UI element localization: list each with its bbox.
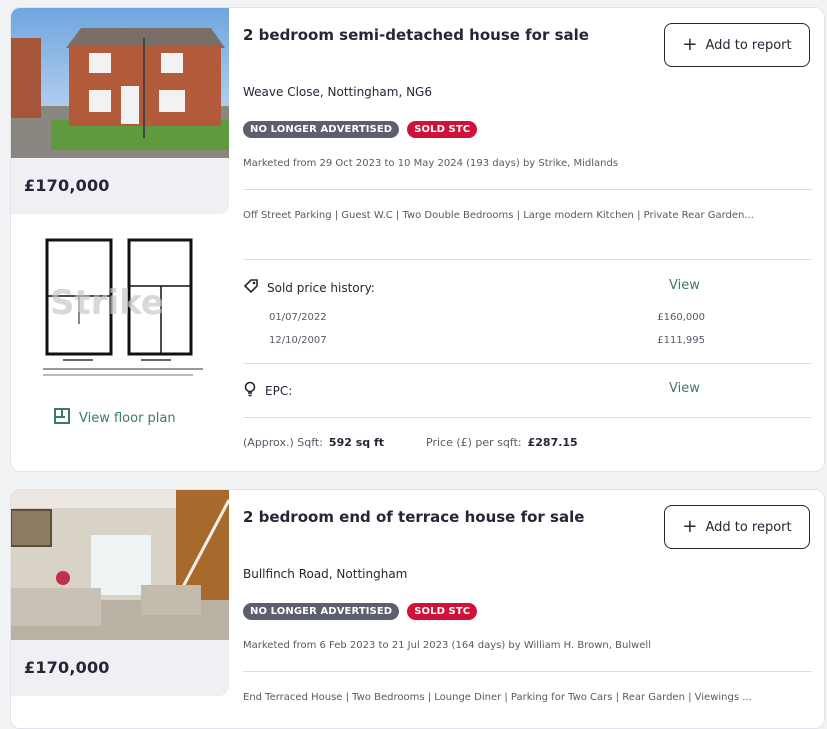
- property-card: £170,000 Strike View floor plan 2 bedroo…: [10, 7, 825, 472]
- status-badge: NO LONGER ADVERTISED: [243, 121, 400, 138]
- property-card: £170,000 2 bedroom end of terrace house …: [10, 489, 825, 729]
- epc-view-link[interactable]: View: [669, 381, 700, 396]
- plus-icon: +: [682, 516, 698, 537]
- sold-price: £160,000: [657, 312, 705, 323]
- view-floor-plan-link[interactable]: View floor plan: [53, 407, 176, 429]
- divider: [243, 417, 812, 418]
- listing-title[interactable]: 2 bedroom semi-detached house for sale: [243, 26, 589, 44]
- card-details: 2 bedroom end of terrace house for sale …: [241, 490, 812, 728]
- key-features: End Terraced House | Two Bedrooms | Loun…: [243, 692, 752, 703]
- add-to-report-button[interactable]: + Add to report: [664, 23, 810, 67]
- sold-date: 01/07/2022: [269, 312, 327, 323]
- plus-icon: +: [682, 34, 698, 55]
- divider: [243, 671, 812, 672]
- add-to-report-button[interactable]: + Add to report: [664, 505, 810, 549]
- divider: [243, 189, 812, 190]
- sqft-label: (Approx.) Sqft:: [243, 436, 323, 449]
- property-photo[interactable]: [11, 490, 229, 640]
- photo-price-box: £170,000: [11, 8, 229, 214]
- status-badge: SOLD STC: [407, 603, 478, 620]
- status-badge: SOLD STC: [407, 121, 478, 138]
- photo-price-box: £170,000: [11, 490, 229, 696]
- sold-history-view-link[interactable]: View: [669, 278, 700, 293]
- epc-header: EPC:: [243, 381, 292, 400]
- sold-history-label: Sold price history:: [267, 280, 375, 295]
- card-details: 2 bedroom semi-detached house for sale +…: [241, 8, 812, 471]
- tag-icon: [243, 278, 259, 297]
- listing-address: Bullfinch Road, Nottingham: [243, 567, 408, 581]
- status-badge: NO LONGER ADVERTISED: [243, 603, 400, 620]
- listing-title[interactable]: 2 bedroom end of terrace house for sale: [243, 508, 584, 526]
- floorplan-watermark: Strike: [50, 283, 164, 323]
- sqft-info: (Approx.) Sqft: 592 sq ft Price (£) per …: [243, 436, 578, 449]
- view-floor-plan-label: View floor plan: [79, 410, 176, 426]
- sold-history-row: 12/10/2007 £111,995: [269, 335, 705, 346]
- sold-price: £111,995: [657, 335, 705, 346]
- epc-label: EPC:: [265, 383, 293, 398]
- add-to-report-label: Add to report: [705, 519, 792, 535]
- divider: [243, 363, 812, 364]
- sold-price-history-header: Sold price history:: [243, 278, 375, 297]
- divider: [243, 259, 812, 260]
- add-to-report-label: Add to report: [705, 37, 792, 53]
- floor-plan-thumbnail[interactable]: Strike: [33, 234, 208, 384]
- marketed-info: Marketed from 29 Oct 2023 to 10 May 2024…: [243, 158, 619, 169]
- floor-plan-icon: [53, 407, 71, 429]
- card-left-column: £170,000: [11, 490, 229, 728]
- price-per-sqft-label: Price (£) per sqft:: [426, 436, 522, 449]
- sold-date: 12/10/2007: [269, 335, 327, 346]
- listing-price: £170,000: [24, 658, 110, 677]
- sqft-value: 592 sq ft: [328, 436, 385, 449]
- listing-address: Weave Close, Nottingham, NG6: [243, 85, 432, 99]
- marketed-info: Marketed from 6 Feb 2023 to 21 Jul 2023 …: [243, 640, 651, 651]
- card-left-column: £170,000 Strike View floor plan: [11, 8, 229, 471]
- status-badges: NO LONGER ADVERTISED SOLD STC: [243, 603, 478, 620]
- listing-price: £170,000: [24, 176, 110, 195]
- price-per-sqft-value: £287.15: [527, 436, 578, 449]
- status-badges: NO LONGER ADVERTISED SOLD STC: [243, 121, 478, 138]
- key-features: Off Street Parking | Guest W.C | Two Dou…: [243, 210, 754, 221]
- sold-history-row: 01/07/2022 £160,000: [269, 312, 705, 323]
- property-photo[interactable]: [11, 8, 229, 158]
- lightbulb-icon: [243, 381, 257, 400]
